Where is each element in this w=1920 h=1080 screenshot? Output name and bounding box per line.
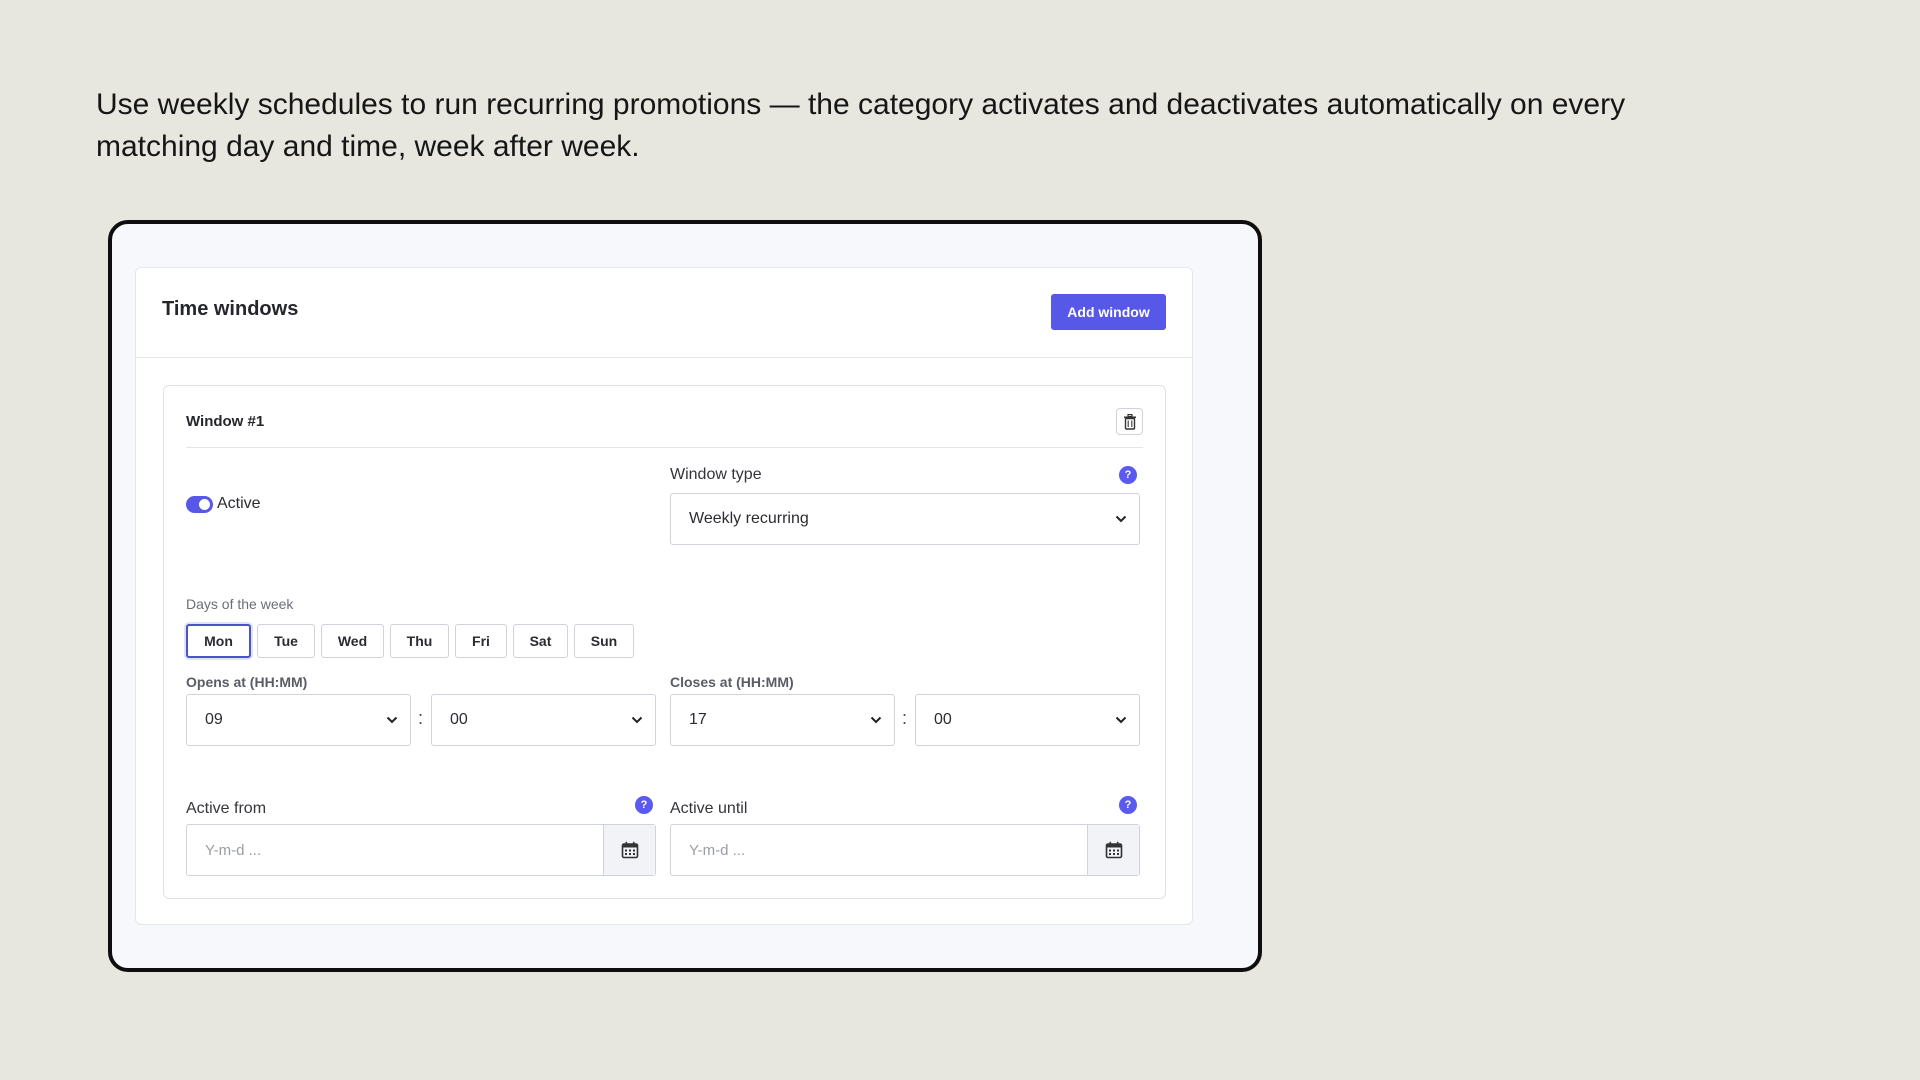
calendar-icon xyxy=(1105,841,1122,859)
add-window-button[interactable]: Add window xyxy=(1051,294,1166,330)
trash-icon xyxy=(1123,413,1136,430)
window-type-value: Weekly recurring xyxy=(689,510,809,527)
time-windows-card: Time windows Add window Window #1 Active… xyxy=(135,267,1193,925)
calendar-button[interactable] xyxy=(1087,825,1139,875)
chevron-down-icon xyxy=(619,716,655,724)
calendar-icon xyxy=(621,841,638,859)
active-until-placeholder: Y-m-d ... xyxy=(689,841,746,859)
card-title: Time windows xyxy=(162,298,299,320)
active-from-help-icon[interactable]: ? xyxy=(635,796,653,814)
active-from-placeholder: Y-m-d ... xyxy=(205,841,262,859)
time-separator: : xyxy=(902,708,908,728)
day-fri-button[interactable]: Fri xyxy=(455,624,507,658)
window-type-select[interactable]: Weekly recurring xyxy=(670,493,1140,545)
active-until-input[interactable]: Y-m-d ... xyxy=(670,824,1140,876)
closes-minute-select[interactable]: 00 xyxy=(915,694,1140,746)
opens-minute-value: 00 xyxy=(450,711,468,728)
active-toggle[interactable] xyxy=(186,495,213,513)
calendar-button[interactable] xyxy=(603,825,655,875)
day-sat-button[interactable]: Sat xyxy=(513,624,568,658)
window-title: Window #1 xyxy=(186,413,265,430)
day-tue-button[interactable]: Tue xyxy=(257,624,315,658)
window-type-label: Window type xyxy=(670,466,762,483)
time-separator: : xyxy=(418,708,424,728)
day-mon-button[interactable]: Mon xyxy=(186,624,251,658)
delete-window-button[interactable] xyxy=(1116,408,1143,435)
days-of-week-group: Mon Tue Wed Thu Fri Sat Sun xyxy=(186,624,634,658)
day-sun-button[interactable]: Sun xyxy=(574,624,634,658)
day-thu-button[interactable]: Thu xyxy=(390,624,449,658)
card-header: Time windows Add window xyxy=(136,268,1192,358)
screenshot-frame: Time windows Add window Window #1 Active… xyxy=(108,220,1262,972)
window-header: Window #1 xyxy=(186,386,1143,448)
opens-hour-select[interactable]: 09 xyxy=(186,694,411,746)
opens-at-label: Opens at (HH:MM) xyxy=(186,674,308,690)
opens-minute-select[interactable]: 00 xyxy=(431,694,656,746)
days-of-week-label: Days of the week xyxy=(186,596,294,612)
active-label: Active xyxy=(217,495,261,512)
chevron-down-icon xyxy=(1103,515,1139,523)
window-panel: Window #1 Active Window type ? Weekly re… xyxy=(163,385,1166,899)
chevron-down-icon xyxy=(374,716,410,724)
closes-minute-value: 00 xyxy=(934,711,952,728)
window-type-help-icon[interactable]: ? xyxy=(1119,466,1137,484)
chevron-down-icon xyxy=(858,716,894,724)
active-until-help-icon[interactable]: ? xyxy=(1119,796,1137,814)
active-from-label: Active from xyxy=(186,800,267,817)
closes-at-label: Closes at (HH:MM) xyxy=(670,674,794,690)
closes-hour-value: 17 xyxy=(689,711,707,728)
intro-text: Use weekly schedules to run recurring pr… xyxy=(96,88,1626,163)
closes-hour-select[interactable]: 17 xyxy=(670,694,895,746)
chevron-down-icon xyxy=(1103,716,1139,724)
day-wed-button[interactable]: Wed xyxy=(321,624,384,658)
active-until-label: Active until xyxy=(670,800,748,817)
active-from-input[interactable]: Y-m-d ... xyxy=(186,824,656,876)
active-toggle-row: Active xyxy=(186,495,261,513)
opens-hour-value: 09 xyxy=(205,711,223,728)
